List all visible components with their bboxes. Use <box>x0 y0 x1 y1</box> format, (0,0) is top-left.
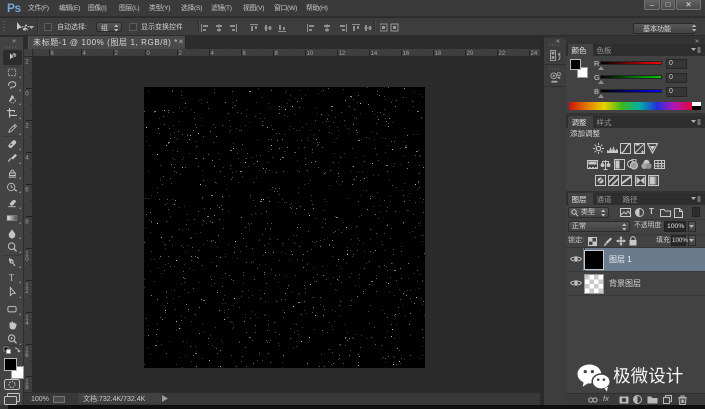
svg-text:0: 0 <box>25 92 29 98</box>
svg-text:8: 8 <box>275 51 279 57</box>
svg-text:2: 2 <box>179 51 183 57</box>
svg-text:18: 18 <box>435 51 442 57</box>
svg-text:8: 8 <box>25 385 29 391</box>
svg-text:8: 8 <box>25 220 29 226</box>
svg-text:22: 22 <box>499 51 506 57</box>
svg-text:16: 16 <box>403 51 410 57</box>
svg-text:2: 2 <box>25 60 29 66</box>
svg-text:14: 14 <box>371 51 378 57</box>
svg-text:12: 12 <box>339 51 346 57</box>
svg-text:20: 20 <box>467 51 474 57</box>
svg-text:4: 4 <box>25 156 29 162</box>
svg-text:0: 0 <box>147 51 151 57</box>
svg-text:2: 2 <box>115 51 119 57</box>
svg-text:2: 2 <box>25 124 29 130</box>
svg-text:6: 6 <box>25 353 29 359</box>
svg-text:T: T <box>9 272 15 282</box>
svg-text:4: 4 <box>25 321 29 327</box>
svg-text:2: 2 <box>25 289 29 295</box>
svg-text:10: 10 <box>307 51 314 57</box>
svg-text:0: 0 <box>25 257 29 263</box>
svg-text:6: 6 <box>51 51 55 57</box>
svg-text:6: 6 <box>243 51 247 57</box>
svg-text:4: 4 <box>211 51 215 57</box>
svg-text:24: 24 <box>531 51 538 57</box>
svg-text:4: 4 <box>83 51 87 57</box>
svg-text:6: 6 <box>25 188 29 194</box>
